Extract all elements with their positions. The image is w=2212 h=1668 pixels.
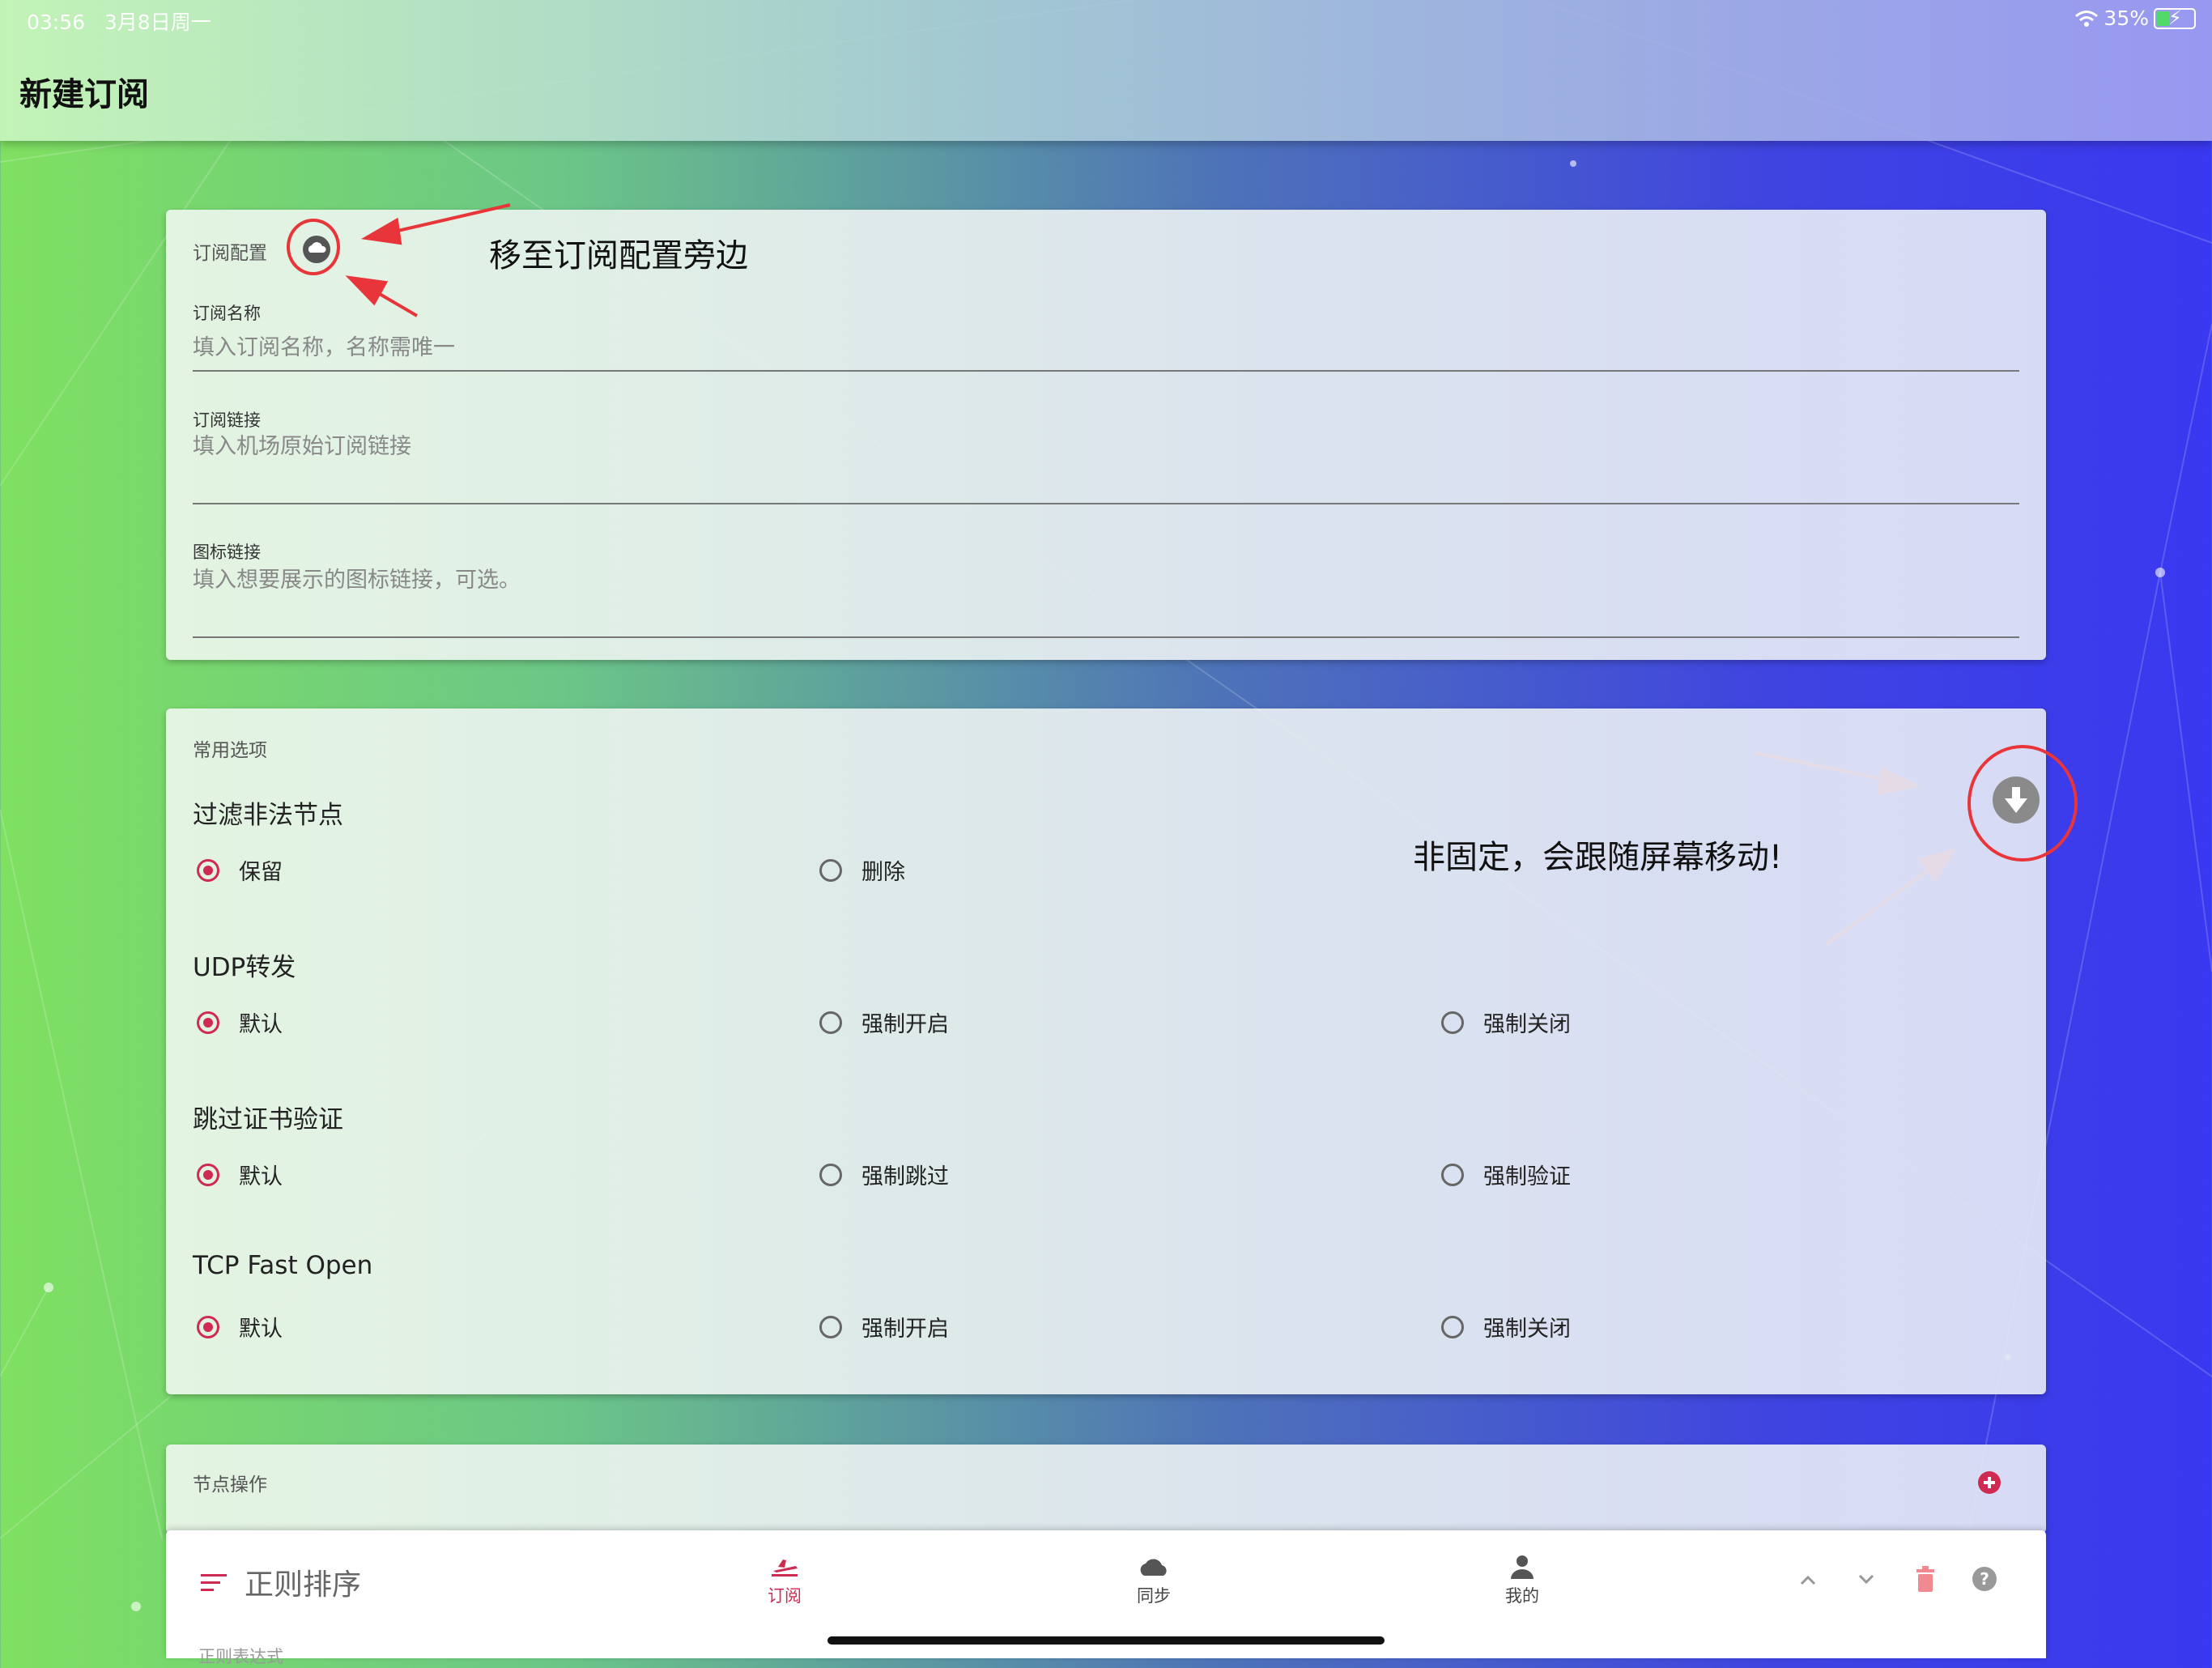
chevron-up-icon[interactable] bbox=[1798, 1572, 1818, 1587]
option-group-title: TCP Fast Open bbox=[193, 1251, 373, 1280]
regex-label: 正则表达式 bbox=[198, 1647, 283, 1666]
home-indicator bbox=[827, 1636, 1385, 1645]
radio-cert-skip[interactable]: 强制跳过 bbox=[819, 1159, 949, 1190]
sort-icon bbox=[201, 1574, 227, 1591]
card-title: 节点操作 bbox=[193, 1474, 267, 1496]
tab-profile[interactable]: 我的 bbox=[1474, 1555, 1571, 1607]
airplane-icon bbox=[772, 1559, 798, 1577]
node-ops-card: 节点操作 bbox=[166, 1445, 2046, 1534]
annotation-circle bbox=[1967, 745, 2078, 862]
radio-udp-force-on[interactable]: 强制开启 bbox=[819, 1006, 949, 1038]
radio-udp-force-off[interactable]: 强制关闭 bbox=[1441, 1006, 1571, 1038]
option-group-title: 跳过证书验证 bbox=[193, 1105, 343, 1134]
delete-icon[interactable] bbox=[1915, 1566, 1936, 1592]
tab-sync[interactable]: 同步 bbox=[1105, 1555, 1202, 1607]
card-title: 常用选项 bbox=[193, 740, 267, 761]
option-group-title: 过滤非法节点 bbox=[193, 801, 343, 830]
radio-filter-delete[interactable]: 删除 bbox=[819, 854, 905, 886]
section-title: 正则排序 bbox=[245, 1568, 362, 1602]
annotation-move-note: 移至订阅配置旁边 bbox=[489, 237, 748, 274]
chevron-down-icon[interactable] bbox=[1857, 1572, 1876, 1587]
annotation-float-note: 非固定，会跟随屏幕移动! bbox=[1413, 839, 1783, 876]
radio-udp-default[interactable]: 默认 bbox=[197, 1006, 283, 1038]
option-group-title: UDP转发 bbox=[193, 953, 296, 982]
person-icon bbox=[1511, 1555, 1534, 1579]
help-icon[interactable]: ? bbox=[1972, 1566, 1997, 1592]
radio-tfo-default[interactable]: 默认 bbox=[197, 1311, 283, 1342]
cloud-icon bbox=[1140, 1559, 1167, 1576]
radio-tfo-force-on[interactable]: 强制开启 bbox=[819, 1311, 949, 1342]
radio-filter-keep[interactable]: 保留 bbox=[197, 854, 283, 886]
tab-subscriptions[interactable]: 订阅 bbox=[736, 1555, 833, 1607]
common-options-card: 常用选项 过滤非法节点 保留 删除 UDP转发 默认 强制开启 强制关闭 跳过证… bbox=[166, 708, 2046, 1394]
radio-tfo-force-off[interactable]: 强制关闭 bbox=[1441, 1311, 1571, 1342]
add-icon[interactable] bbox=[1977, 1470, 2001, 1495]
radio-cert-default[interactable]: 默认 bbox=[197, 1159, 283, 1190]
svg-text:?: ? bbox=[1980, 1569, 1989, 1589]
radio-cert-verify[interactable]: 强制验证 bbox=[1441, 1159, 1571, 1190]
